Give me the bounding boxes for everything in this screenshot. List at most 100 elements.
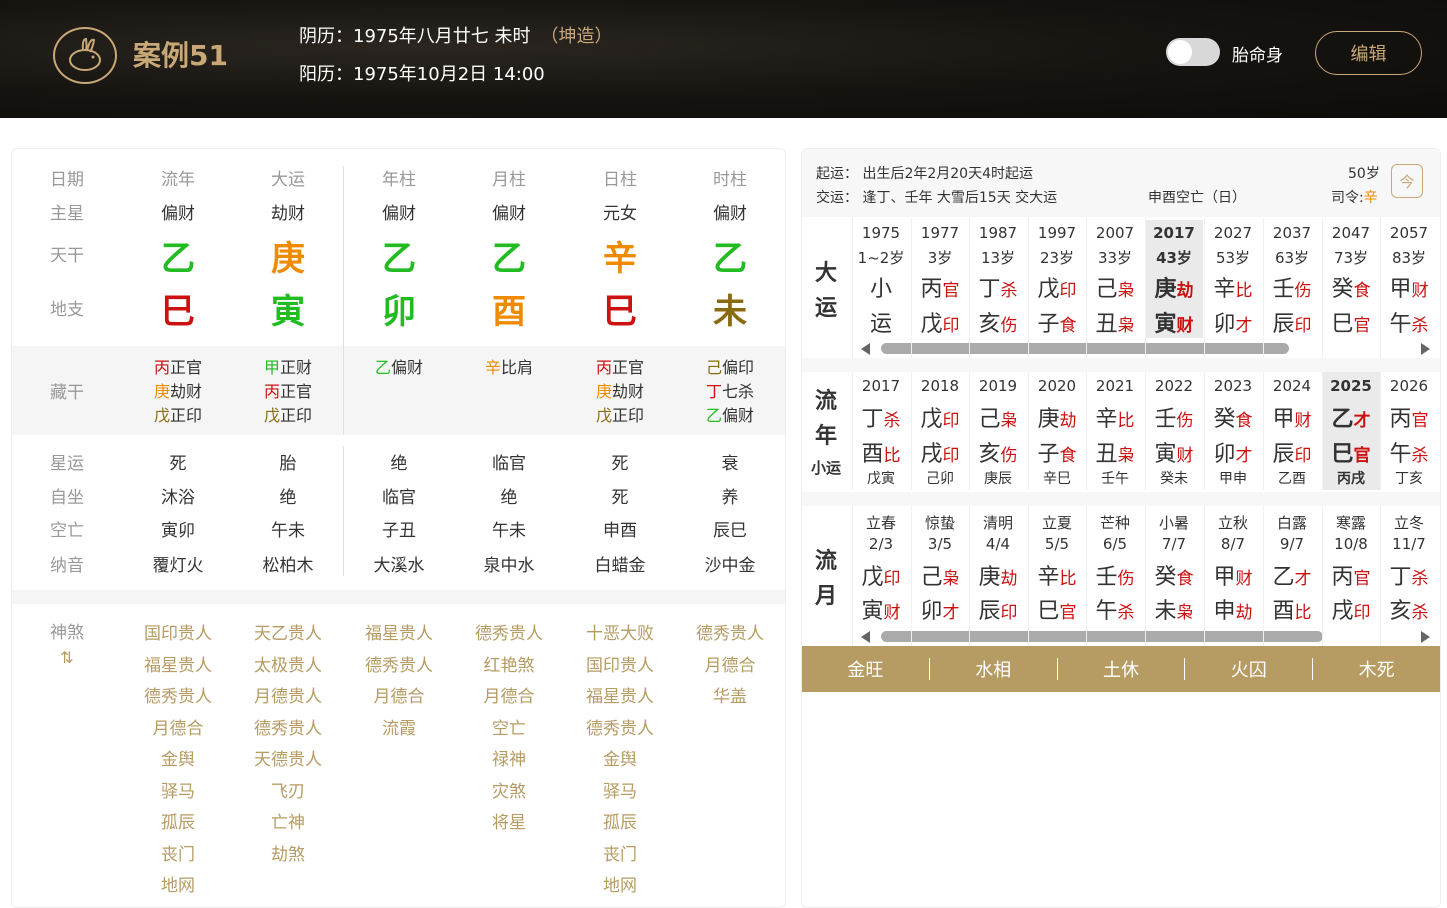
dayun-year[interactable]: 2037: [1263, 224, 1321, 242]
dayun-year[interactable]: 2017: [1145, 224, 1203, 242]
taimingshen-toggle[interactable]: [1166, 38, 1220, 66]
liunian-zhi: 丑枭: [1086, 436, 1144, 468]
shensha-item: 红艳煞: [483, 655, 535, 676]
pillar-dizhi: 巳: [161, 292, 195, 332]
dayun-gan: 丙官: [911, 271, 969, 303]
canggan-god: 偏印: [722, 358, 755, 377]
liunian-year[interactable]: 2021: [1086, 377, 1144, 395]
dayun-zhi: 子食: [1028, 306, 1086, 338]
stem-char: 午: [1095, 599, 1118, 624]
pillar-nayin: 沙中金: [704, 556, 756, 576]
liuyue-date[interactable]: 5/5: [1028, 535, 1086, 553]
pillar-main-star: 元女: [603, 204, 637, 224]
dayun-age[interactable]: 3岁: [911, 247, 969, 268]
stem-char: 卯: [920, 599, 943, 624]
god-abbr: 印: [1294, 446, 1312, 466]
pillar-head: 月柱: [492, 170, 526, 190]
liuyue-date[interactable]: 9/7: [1263, 535, 1321, 553]
pillar-nayin: 松柏木: [262, 556, 314, 576]
liuyue-date[interactable]: 6/5: [1086, 535, 1144, 553]
liuyue-date[interactable]: 8/7: [1204, 535, 1262, 553]
dayun-year[interactable]: 2057: [1380, 224, 1438, 242]
liunian-year[interactable]: 2023: [1204, 377, 1262, 395]
dayun-age[interactable]: 23岁: [1028, 247, 1086, 268]
liuyue-date[interactable]: 4/4: [969, 535, 1027, 553]
liuyue-date[interactable]: 3/5: [911, 535, 969, 553]
god-abbr: 伤: [1000, 316, 1018, 336]
liunian-year[interactable]: 2018: [911, 377, 969, 395]
liuyue-date[interactable]: 2/3: [852, 535, 910, 553]
dayun-age[interactable]: 1~2岁: [852, 247, 910, 268]
canggan-item: 戊正印: [128, 402, 228, 426]
dayun-year[interactable]: 2027: [1204, 224, 1262, 242]
canggan-god: 偏财: [722, 406, 755, 425]
dayun-year[interactable]: 1997: [1028, 224, 1086, 242]
dayun-age[interactable]: 83岁: [1380, 247, 1438, 268]
god-abbr: 印: [1353, 603, 1371, 623]
solar-date: 阳历：1975年10月2日 14:00: [299, 64, 545, 85]
dayun-year[interactable]: 1975: [852, 224, 910, 242]
god-abbr: 伤: [1117, 569, 1135, 589]
dayun-age[interactable]: 33岁: [1086, 247, 1144, 268]
liuyue-jieqi[interactable]: 惊蛰: [911, 512, 969, 533]
shensha-item: 太极贵人: [254, 655, 322, 676]
dayun-year[interactable]: 1977: [911, 224, 969, 242]
edit-button[interactable]: 编辑: [1315, 31, 1422, 75]
pillar-head: 流年: [161, 170, 195, 190]
liuyue-jieqi[interactable]: 立夏: [1028, 512, 1086, 533]
liuyue-date[interactable]: 7/7: [1145, 535, 1203, 553]
calendar-icon[interactable]: 今: [1391, 164, 1423, 198]
liuyue-label: 月: [814, 584, 837, 609]
row-label: 天干: [50, 246, 84, 266]
liunian-gan: 丙官: [1380, 401, 1438, 433]
shensha-item: 福星贵人: [144, 655, 212, 676]
pillar-dizhi: 巳: [603, 292, 637, 332]
dayun-scrollbar[interactable]: [881, 343, 1289, 354]
liunian-year[interactable]: 2017: [852, 377, 910, 395]
canggan-god: 正官: [280, 382, 313, 401]
liuyue-jieqi[interactable]: 寒露: [1322, 512, 1380, 533]
dayun-age[interactable]: 43岁: [1145, 247, 1203, 268]
liunian-year[interactable]: 2019: [969, 377, 1027, 395]
liuyue-jieqi[interactable]: 立冬: [1380, 512, 1438, 533]
dayun-year[interactable]: 1987: [969, 224, 1027, 242]
shensha-toggle-icon[interactable]: ⇅: [47, 648, 87, 667]
liunian-year[interactable]: 2022: [1145, 377, 1203, 395]
liuyue-date[interactable]: 11/7: [1380, 535, 1438, 553]
stem-char: 丁: [978, 277, 1001, 302]
god-abbr: 比: [1059, 569, 1077, 589]
stem-char: 丁: [1389, 565, 1412, 590]
liunian-year[interactable]: 2026: [1380, 377, 1438, 395]
liunian-year[interactable]: 2020: [1028, 377, 1086, 395]
canggan-item: 庚劫财: [570, 378, 670, 402]
liuyue-jieqi[interactable]: 清明: [969, 512, 1027, 533]
dayun-zhi: 午杀: [1380, 306, 1438, 338]
wuxing-jin: 金旺: [847, 660, 884, 681]
dayun-gan: 癸食: [1322, 271, 1380, 303]
liuyue-jieqi[interactable]: 立秋: [1204, 512, 1262, 533]
pillar-zizuo: 沐浴: [161, 488, 195, 508]
pillar-nayin: 大溪水: [373, 556, 425, 576]
canggan-item: 丙正官: [128, 354, 228, 378]
dayun-age[interactable]: 73岁: [1322, 247, 1380, 268]
pillar-dizhi: 卯: [382, 292, 416, 332]
dayun-gan: 庚劫: [1145, 271, 1203, 303]
liuyue-jieqi[interactable]: 小暑: [1145, 512, 1203, 533]
liuyue-scrollbar[interactable]: [881, 631, 1323, 642]
dayun-age[interactable]: 13岁: [969, 247, 1027, 268]
liuyue-jieqi[interactable]: 芒种: [1086, 512, 1144, 533]
stem-char: 卯: [1213, 442, 1236, 467]
stem-char: 辛: [1095, 407, 1118, 432]
liuyue-jieqi[interactable]: 白露: [1263, 512, 1321, 533]
dayun-year[interactable]: 2007: [1086, 224, 1144, 242]
liunian-year[interactable]: 2024: [1263, 377, 1321, 395]
dayun-age[interactable]: 53岁: [1204, 247, 1262, 268]
liuyue-jieqi[interactable]: 立春: [852, 512, 910, 533]
shensha-item: 月德合: [704, 655, 756, 676]
dayun-year[interactable]: 2047: [1322, 224, 1380, 242]
dayun-age[interactable]: 63岁: [1263, 247, 1321, 268]
liuyue-date[interactable]: 10/8: [1322, 535, 1380, 553]
liunian-year[interactable]: 2025: [1322, 377, 1380, 395]
wuxing-tu: 土休: [1102, 660, 1139, 681]
liuyue-gan: 戊印: [852, 559, 910, 591]
